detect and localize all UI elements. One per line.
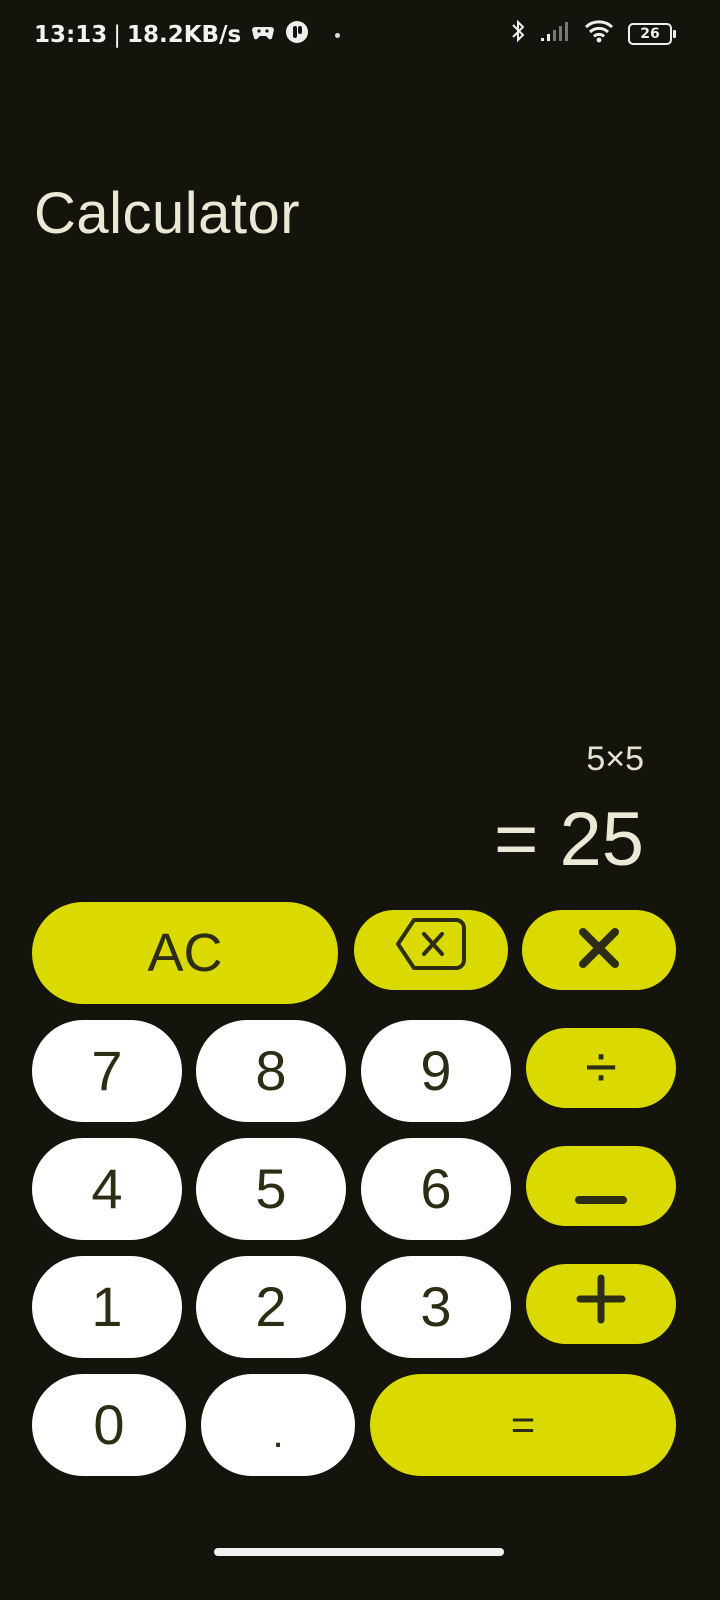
digit-4-label: 4 <box>91 1157 123 1220</box>
digit-4-button[interactable]: 4 <box>32 1138 182 1240</box>
bluetooth-icon <box>510 18 526 49</box>
digit-0-button[interactable]: 0 <box>32 1374 186 1476</box>
wifi-icon <box>584 19 614 48</box>
digit-8-button[interactable]: 8 <box>196 1020 346 1122</box>
digit-7-label: 7 <box>91 1039 123 1102</box>
status-time: 13:13 <box>34 22 108 48</box>
game-controller-icon <box>251 21 275 49</box>
backspace-icon <box>394 914 468 987</box>
digit-3-button[interactable]: 3 <box>361 1256 511 1358</box>
expression-display: 5×5 <box>586 740 644 778</box>
result-display: = 25 <box>493 797 644 882</box>
decimal-button[interactable]: . <box>201 1374 355 1476</box>
digit-3-label: 3 <box>420 1275 452 1338</box>
clear-button[interactable]: AC <box>32 902 338 1004</box>
minus-icon <box>575 1154 627 1219</box>
battery-icon: 26 <box>628 22 676 45</box>
digit-9-label: 9 <box>420 1039 452 1102</box>
dot-icon <box>335 32 341 38</box>
digit-5-label: 5 <box>255 1157 287 1220</box>
digit-0-label: 0 <box>93 1393 125 1456</box>
status-bar-right: 26 <box>510 18 676 49</box>
plus-button[interactable] <box>526 1264 676 1344</box>
digit-9-button[interactable]: 9 <box>361 1020 511 1122</box>
digit-2-label: 2 <box>255 1275 287 1338</box>
equals-button[interactable]: = <box>370 1374 676 1476</box>
page-title: Calculator <box>34 181 301 246</box>
digit-5-button[interactable]: 5 <box>196 1138 346 1240</box>
app-icon <box>285 20 309 50</box>
backspace-button[interactable] <box>354 910 508 990</box>
status-network-speed: 18.2KB/s <box>126 22 242 48</box>
digit-8-label: 8 <box>255 1039 287 1102</box>
home-indicator[interactable] <box>214 1548 504 1556</box>
status-bar: 13:13 | 18.2KB/s 26 <box>0 0 720 70</box>
digit-2-button[interactable]: 2 <box>196 1256 346 1358</box>
divide-label: ÷ <box>585 1035 617 1100</box>
multiply-icon <box>577 918 621 983</box>
equals-label: = <box>510 1401 536 1448</box>
status-bar-left: 13:13 | 18.2KB/s <box>34 20 341 50</box>
digit-6-label: 6 <box>420 1157 452 1220</box>
signal-icon <box>540 20 570 47</box>
digit-7-button[interactable]: 7 <box>32 1020 182 1122</box>
digit-6-button[interactable]: 6 <box>361 1138 511 1240</box>
decimal-label: . <box>272 1412 284 1456</box>
status-separator: | <box>113 22 121 48</box>
digit-1-button[interactable]: 1 <box>32 1256 182 1358</box>
multiply-button[interactable] <box>522 910 676 990</box>
plus-icon <box>576 1272 626 1337</box>
digit-1-label: 1 <box>91 1275 123 1338</box>
minus-button[interactable] <box>526 1146 676 1226</box>
clear-label: AC <box>147 923 223 983</box>
divide-button[interactable]: ÷ <box>526 1028 676 1108</box>
